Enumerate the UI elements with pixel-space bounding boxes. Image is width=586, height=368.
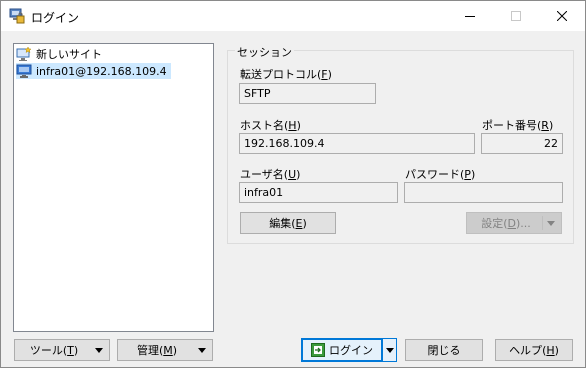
help-button[interactable]: ヘルプ(H) — [495, 339, 573, 361]
port-input[interactable]: 22 — [481, 133, 563, 154]
computer-icon — [16, 64, 32, 78]
minimize-icon — [465, 15, 475, 17]
login-window: ログイン 新しいサイト infra01@192.168.109.4 ツール(T)… — [0, 0, 586, 368]
user-label: ユーザ名(U) — [240, 168, 301, 181]
window-title: ログイン — [31, 11, 80, 25]
password-label: パスワード(P) — [405, 168, 476, 181]
port-label: ポート番号(R) — [482, 119, 554, 132]
title-bar[interactable]: ログイン — [1, 1, 585, 31]
host-input[interactable]: 192.168.109.4 — [239, 133, 475, 154]
password-input[interactable] — [404, 182, 563, 203]
login-button[interactable]: ログイン — [301, 338, 383, 362]
session-group-title: セッション — [235, 44, 294, 60]
manage-button[interactable]: 管理(M) — [117, 339, 213, 361]
dropdown-arrow-icon — [547, 221, 555, 226]
new-site-icon — [16, 46, 32, 61]
dropdown-arrow-icon — [95, 348, 103, 353]
edit-button[interactable]: 編集(E) — [240, 212, 336, 234]
site-item-label: infra01@192.168.109.4 — [36, 64, 167, 78]
site-item-new[interactable]: 新しいサイト — [16, 46, 106, 62]
settings-button: 設定(D)... — [466, 212, 562, 234]
site-tree[interactable]: 新しいサイト infra01@192.168.109.4 — [13, 43, 214, 332]
maximize-button[interactable] — [493, 1, 539, 31]
dropdown-arrow-icon — [198, 348, 206, 353]
tools-button[interactable]: ツール(T) — [14, 339, 110, 361]
site-item-infra01[interactable]: infra01@192.168.109.4 — [16, 63, 171, 79]
maximize-icon — [511, 11, 521, 21]
winscp-app-icon — [9, 8, 25, 24]
login-dropdown-button[interactable] — [382, 338, 397, 362]
close-icon — [557, 11, 567, 21]
dropdown-arrow-icon — [386, 348, 394, 353]
close-window-button[interactable] — [539, 1, 585, 31]
close-button[interactable]: 閉じる — [405, 339, 483, 361]
host-label: ホスト名(H) — [240, 119, 301, 132]
minimize-button[interactable] — [447, 1, 493, 31]
username-input[interactable]: infra01 — [239, 182, 398, 203]
protocol-label: 転送プロトコル(F) — [240, 68, 332, 81]
protocol-select[interactable]: SFTP — [239, 83, 376, 104]
login-icon — [311, 343, 325, 357]
site-item-label: 新しいサイト — [36, 48, 102, 61]
